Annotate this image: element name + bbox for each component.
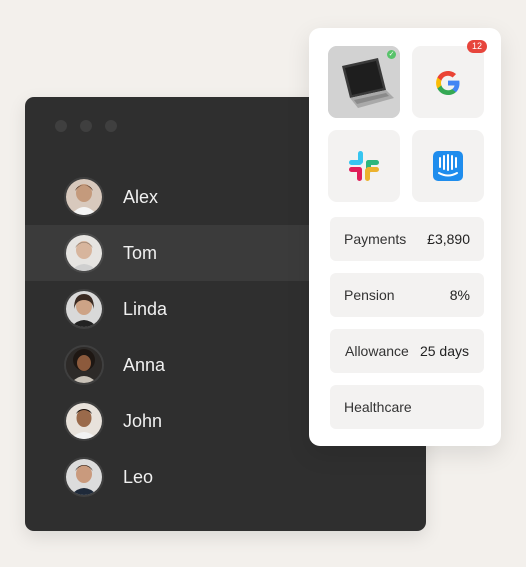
intercom-icon [433, 151, 463, 181]
person-row-leo[interactable]: Leo [25, 449, 426, 505]
payments-value: £3,890 [427, 231, 470, 247]
laptop-tile[interactable]: ✓ [328, 46, 400, 118]
window-minimize-dot[interactable] [80, 120, 92, 132]
window-maximize-dot[interactable] [105, 120, 117, 132]
pension-label: Pension [344, 287, 395, 303]
avatar [64, 345, 104, 385]
slack-icon [349, 151, 379, 181]
google-icon [436, 71, 460, 95]
allowance-row[interactable]: Allowance 25 days [330, 329, 484, 373]
person-name: Linda [123, 298, 168, 319]
avatar [64, 233, 104, 273]
pension-value: 8% [449, 287, 470, 303]
healthcare-label: Healthcare [344, 399, 412, 415]
pension-row[interactable]: Pension 8% [330, 273, 484, 317]
person-name: Tom [123, 242, 158, 263]
payments-row[interactable]: Payments £3,890 [330, 217, 484, 261]
person-name: Anna [123, 354, 166, 375]
integrations-panel: ✓ 12 Payments £3,890 Pension 8% Allowanc… [309, 28, 501, 446]
allowance-value: 25 days [419, 343, 469, 359]
healthcare-row[interactable]: Healthcare [330, 385, 484, 429]
avatar [64, 177, 104, 217]
avatar [64, 457, 104, 497]
window-close-dot[interactable] [55, 120, 67, 132]
check-icon: ✓ [387, 50, 396, 59]
google-tile[interactable] [412, 46, 484, 118]
window-controls [55, 120, 117, 132]
person-name: Leo [123, 466, 154, 487]
notification-badge: 12 [467, 40, 487, 53]
payments-label: Payments [344, 231, 407, 247]
avatar [64, 289, 104, 329]
slack-tile[interactable] [328, 130, 400, 202]
intercom-tile[interactable] [412, 130, 484, 202]
person-name: Alex [123, 186, 159, 207]
allowance-label: Allowance [345, 343, 409, 359]
avatar [64, 401, 104, 441]
person-name: John [123, 410, 163, 431]
